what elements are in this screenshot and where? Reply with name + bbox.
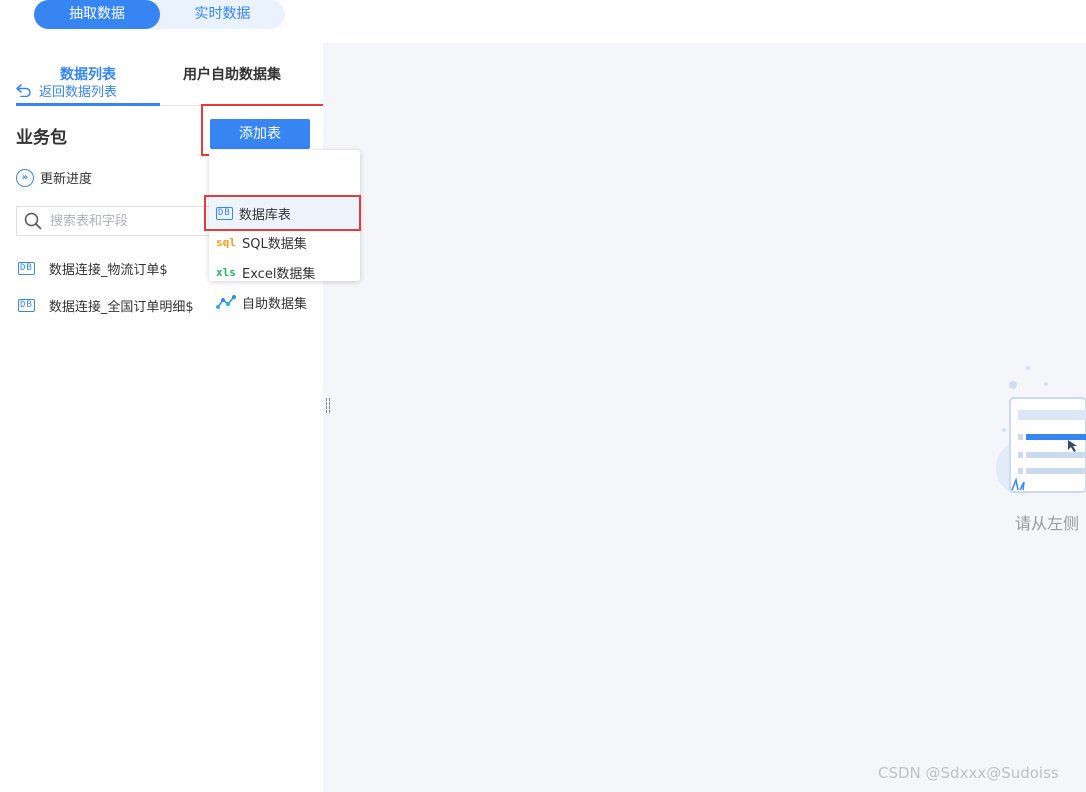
watermark: CSDN @Sdxxx@Sudoiss [878,764,1059,782]
empty-state-text: 请从左侧 [1015,514,1080,533]
panel-splitter-handle[interactable] [326,398,332,416]
add-table-button[interactable]: 添加表 [210,119,310,149]
update-progress-link[interactable]: » 更新进度 [16,168,92,187]
database-icon: DB [216,206,233,220]
return-arrow-icon [16,83,31,97]
update-progress-label: 更新进度 [40,172,93,187]
menu-item-label: 数据库表 [238,207,291,223]
table-item-name: 数据连接_物流订单$ [48,262,168,278]
extract-data-toggle[interactable]: 抽取数据 [34,0,160,29]
realtime-data-toggle[interactable]: 实时数据 [160,0,285,29]
package-title: 业务包 [16,128,67,148]
menu-item-sql-dataset[interactable]: sql SQL数据集 [209,227,360,257]
menu-item-excel-dataset[interactable]: xls Excel数据集 [209,257,360,287]
search-icon [24,212,42,230]
mode-toggle: 抽取数据 实时数据 [34,0,285,29]
table-item-name: 数据连接_全国订单明细$ [48,299,194,315]
database-icon: DB [18,298,35,312]
tab-user-dataset[interactable]: 用户自助数据集 [160,43,304,106]
self-service-icon [216,295,236,309]
table-item[interactable]: DB 数据连接_物流订单$ [18,258,168,278]
menu-item-label: Excel数据集 [242,266,316,282]
menu-item-self-service-dataset[interactable]: 自助数据集 [209,287,360,317]
excel-icon: xls [216,265,236,279]
search-input[interactable] [50,213,210,229]
search-box [16,206,222,236]
back-to-data-list-link[interactable]: 返回数据列表 [16,81,118,100]
add-table-dropdown-menu: DB 数据库表 sql SQL数据集 xls Excel数据集 [209,150,360,282]
menu-item-database-table[interactable]: DB 数据库表 [209,198,360,228]
back-link-label: 返回数据列表 [39,84,118,100]
menu-item-label: SQL数据集 [242,236,307,252]
menu-item-label: 自助数据集 [242,296,308,312]
empty-state-illustration [996,365,1086,494]
right-panel [323,43,1086,792]
fast-forward-icon: » [16,168,34,187]
database-icon: DB [18,261,35,275]
sql-icon: sql [216,235,236,249]
table-item[interactable]: DB 数据连接_全国订单明细$ [18,295,194,315]
